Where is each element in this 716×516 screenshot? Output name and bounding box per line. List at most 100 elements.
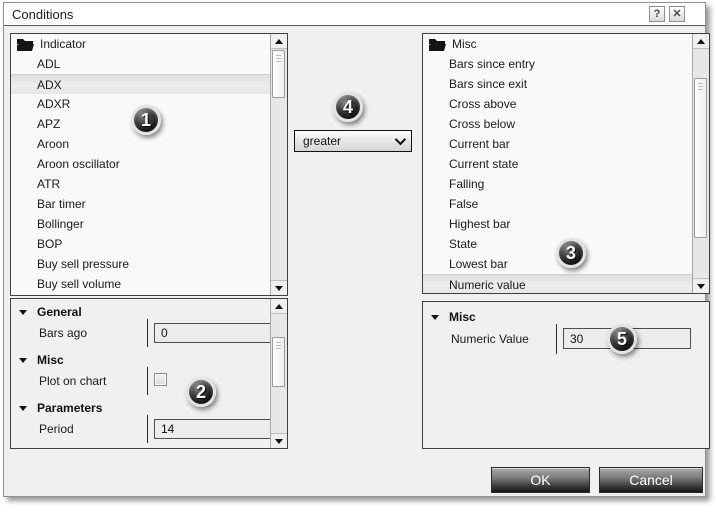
list-item-label: Lowest bar — [449, 257, 508, 271]
close-button[interactable]: ✕ — [669, 6, 685, 22]
list-item[interactable]: ATR — [11, 174, 270, 194]
list-item-label: Aroon — [37, 137, 69, 151]
scroll-up-icon — [697, 39, 705, 44]
list-item-label: Bars since exit — [449, 77, 527, 91]
scroll-up-button[interactable] — [271, 34, 287, 49]
list-item-label: ADXR — [37, 97, 70, 111]
list-item-label: Aroon oscillator — [37, 157, 120, 171]
folder-label: Indicator — [40, 37, 86, 51]
list-item-label: Bar timer — [37, 197, 86, 211]
ok-button[interactable]: OK — [491, 467, 590, 493]
list-item-label: Bars since entry — [449, 57, 535, 71]
condition-list: Misc Bars since entry Bars since exit Cr… — [422, 33, 710, 294]
callout-badge-4: 4 — [333, 92, 363, 122]
section-title: Misc — [37, 353, 64, 367]
collapse-triangle-icon — [431, 315, 439, 320]
scroll-up-button[interactable] — [271, 299, 287, 314]
list-item[interactable]: ADL — [11, 54, 270, 74]
divider — [147, 415, 148, 443]
list-item-selected[interactable]: ADX — [11, 74, 270, 94]
list-item[interactable]: APZ — [11, 114, 270, 134]
section-title: Parameters — [37, 401, 102, 415]
help-button[interactable]: ? — [649, 6, 665, 22]
list-item[interactable]: Lowest bar — [423, 254, 692, 274]
folder-label: Misc — [452, 37, 477, 51]
list-item-label: Numeric value — [449, 278, 526, 292]
numeric-value-input[interactable] — [563, 328, 691, 349]
condition-folder-row[interactable]: Misc — [423, 34, 692, 54]
list-item[interactable]: Current bar — [423, 134, 692, 154]
list-item[interactable]: Bars since entry — [423, 54, 692, 74]
indicator-list: Indicator ADL ADX ADXR APZ Aroon Aroon o… — [10, 33, 288, 296]
scrollbar-thumb[interactable] — [272, 337, 285, 387]
list-item-label: State — [449, 237, 477, 251]
list-item-label: BOP — [37, 237, 62, 251]
list-item[interactable]: Cross below — [423, 114, 692, 134]
list-item[interactable]: Cross above — [423, 94, 692, 114]
list-item[interactable]: Bars since exit — [423, 74, 692, 94]
scroll-up-icon — [275, 304, 283, 309]
scroll-up-icon — [275, 39, 283, 44]
list-item[interactable]: Highest bar — [423, 214, 692, 234]
list-item[interactable]: Buy sell volume — [11, 274, 270, 294]
list-item-label: Current state — [449, 157, 518, 171]
list-item[interactable]: ADXR — [11, 94, 270, 114]
scrollbar-thumb[interactable] — [694, 78, 707, 238]
conditions-dialog: Conditions ? ✕ Indicator ADL ADX ADXR AP… — [3, 2, 706, 497]
properties-scrollbar[interactable] — [270, 299, 287, 448]
list-item[interactable]: Bar timer — [11, 194, 270, 214]
bars-ago-input[interactable] — [154, 323, 273, 343]
help-icon: ? — [654, 8, 661, 20]
list-item[interactable]: BOP — [11, 234, 270, 254]
period-input[interactable] — [154, 419, 273, 439]
indicator-list-scrollbar[interactable] — [270, 34, 287, 295]
list-item[interactable]: Aroon oscillator — [11, 154, 270, 174]
scroll-down-icon — [697, 284, 705, 289]
list-item[interactable]: Falling — [423, 174, 692, 194]
section-header-general[interactable]: General — [11, 303, 287, 321]
scroll-down-icon — [275, 286, 283, 291]
scroll-down-icon — [275, 439, 283, 444]
list-item-selected[interactable]: Numeric value — [423, 274, 692, 293]
divider — [147, 367, 148, 395]
list-item-label: Falling — [449, 177, 484, 191]
condition-list-scrollbar[interactable] — [692, 34, 709, 293]
folder-icon — [429, 38, 446, 51]
indicator-folder-row[interactable]: Indicator — [11, 34, 270, 54]
list-item[interactable]: Bollinger — [11, 214, 270, 234]
operator-dropdown[interactable]: greater — [294, 130, 412, 152]
list-item-label: Buy sell pressure — [37, 257, 129, 271]
cancel-button[interactable]: Cancel — [599, 467, 703, 493]
operator-value: greater — [295, 134, 395, 148]
list-item-label: ADX — [37, 78, 62, 92]
list-item[interactable]: Current state — [423, 154, 692, 174]
list-item-label: Highest bar — [449, 217, 510, 231]
list-item[interactable]: Aroon — [11, 134, 270, 154]
list-item[interactable]: Buy sell pressure — [11, 254, 270, 274]
scroll-down-button[interactable] — [693, 278, 709, 293]
collapse-triangle-icon — [19, 358, 27, 363]
value-properties-panel: Misc Numeric Value — [422, 301, 710, 449]
condition-list-rows: Misc Bars since entry Bars since exit Cr… — [423, 34, 692, 293]
section-header-parameters[interactable]: Parameters — [11, 399, 287, 417]
scrollbar-thumb[interactable] — [272, 50, 285, 98]
section-title: General — [37, 305, 82, 319]
period-label: Period — [39, 422, 74, 436]
plot-on-chart-checkbox[interactable] — [154, 373, 167, 386]
scroll-down-button[interactable] — [271, 280, 287, 295]
section-header-misc-value[interactable]: Misc — [423, 308, 709, 326]
divider — [556, 324, 557, 354]
bars-ago-label: Bars ago — [39, 326, 87, 340]
section-header-misc[interactable]: Misc — [11, 351, 287, 369]
list-item[interactable]: State — [423, 234, 692, 254]
list-item-label: Cross above — [449, 97, 516, 111]
folder-icon — [17, 38, 34, 51]
indicator-properties-panel: General Bars ago Misc Plot on chart Para… — [10, 298, 288, 449]
list-item-label: Bollinger — [37, 217, 84, 231]
list-item[interactable]: False — [423, 194, 692, 214]
scroll-down-button[interactable] — [271, 433, 287, 448]
list-item-label: ADL — [37, 57, 60, 71]
close-icon: ✕ — [672, 8, 681, 20]
list-item-label: Cross below — [449, 117, 515, 131]
scroll-up-button[interactable] — [693, 34, 709, 49]
